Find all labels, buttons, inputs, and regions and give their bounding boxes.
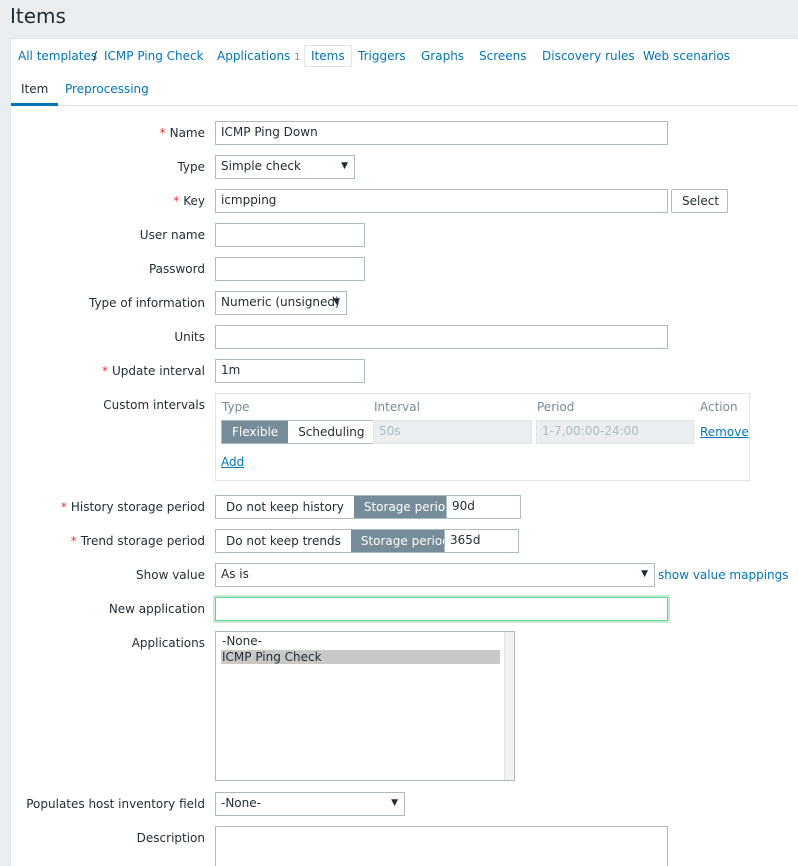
type-of-information-value: Numeric (unsigned)	[221, 295, 340, 309]
scheduling-option[interactable]: Scheduling	[288, 421, 375, 443]
listbox-scrollbar[interactable]	[504, 632, 514, 780]
password-input[interactable]	[215, 257, 365, 281]
col-interval-header: Interval	[374, 400, 420, 414]
name-label-text: Name	[169, 126, 205, 140]
applications-label: Applications	[131, 636, 205, 650]
update-interval-label-text: Update interval	[111, 364, 205, 378]
type-of-information-label: Type of information	[88, 296, 205, 310]
required-marker: *	[159, 126, 166, 140]
description-label: Description	[136, 831, 205, 845]
units-input[interactable]	[215, 325, 668, 349]
nav-applications[interactable]: Applications 1	[217, 49, 301, 63]
required-marker: *	[70, 534, 77, 548]
user-name-input[interactable]	[215, 223, 365, 247]
col-action-header: Action	[700, 400, 738, 414]
key-label-text: Key	[183, 194, 205, 208]
name-input[interactable]: ICMP Ping Down	[215, 121, 668, 145]
units-label: Units	[174, 330, 205, 344]
user-name-label: User name	[139, 228, 205, 242]
nav-discovery-rules[interactable]: Discovery rules	[542, 49, 635, 63]
add-interval-link[interactable]: Add	[221, 455, 244, 469]
tab-preprocessing[interactable]: Preprocessing	[65, 82, 149, 96]
col-type-header: Type	[222, 400, 250, 414]
update-interval-label: * Update interval	[0, 364, 205, 378]
remove-interval-link[interactable]: Remove	[700, 425, 749, 439]
page-title: Items	[10, 4, 66, 28]
show-value-label: Show value	[136, 568, 205, 582]
applications-listbox[interactable]: -None- ICMP Ping Check	[215, 631, 515, 781]
breadcrumb-separator: /	[93, 49, 98, 63]
key-label: * Key	[0, 194, 205, 208]
template-navigation: All templates / ICMP Ping Check Applicat…	[10, 38, 798, 74]
required-marker: *	[173, 194, 180, 208]
col-period-header: Period	[537, 400, 575, 414]
history-period-input[interactable]: 90d	[446, 495, 521, 519]
trend-storage-toggle: Do not keep trends Storage period	[215, 529, 461, 553]
custom-intervals-table: Type Interval Period Action Flexible Sch…	[215, 393, 750, 481]
nav-screens[interactable]: Screens	[479, 49, 527, 63]
trend-storage-label-text: Trend storage period	[80, 534, 205, 548]
applications-count-badge: 1	[294, 52, 301, 63]
trend-storage-label: * Trend storage period	[0, 534, 205, 548]
history-storage-label-text: History storage period	[70, 500, 205, 514]
nav-items[interactable]: Items	[304, 45, 352, 67]
password-label: Password	[148, 262, 205, 276]
show-value-selected: As is	[221, 567, 249, 581]
trend-do-not-keep-option[interactable]: Do not keep trends	[216, 530, 351, 552]
tab-item[interactable]: Item	[10, 82, 59, 106]
nav-applications-label: Applications	[217, 49, 291, 63]
show-value-select[interactable]: As is	[215, 563, 655, 587]
nav-web-scenarios[interactable]: Web scenarios	[643, 49, 730, 63]
custom-intervals-label: Custom intervals	[103, 398, 205, 412]
interval-type-toggle: Flexible Scheduling	[221, 420, 376, 444]
nav-graphs[interactable]: Graphs	[421, 49, 464, 63]
required-marker: *	[101, 364, 108, 378]
type-of-information-select[interactable]: Numeric (unsigned)	[215, 291, 347, 315]
type-select-value: Simple check	[221, 159, 301, 173]
history-storage-toggle: Do not keep history Storage period	[215, 495, 464, 519]
new-application-label: New application	[108, 602, 205, 616]
type-select[interactable]: Simple check	[215, 155, 355, 179]
period-input[interactable]: 1-7,00:00-24:00	[536, 420, 694, 444]
inventory-field-label: Populates host inventory field	[26, 797, 205, 811]
key-input[interactable]: icmpping	[215, 189, 668, 213]
breadcrumb-all-templates[interactable]: All templates	[18, 49, 97, 63]
description-textarea[interactable]	[215, 826, 668, 866]
trend-period-input[interactable]: 365d	[444, 529, 519, 553]
form-tabs: Item Preprocessing	[10, 74, 798, 106]
inventory-field-select[interactable]: -None-	[215, 792, 405, 816]
application-option-none[interactable]: -None-	[221, 634, 500, 648]
flexible-option[interactable]: Flexible	[222, 421, 289, 443]
history-do-not-keep-option[interactable]: Do not keep history	[216, 496, 354, 518]
required-marker: *	[60, 500, 67, 514]
key-select-button[interactable]: Select	[671, 189, 728, 213]
history-storage-label: * History storage period	[0, 500, 205, 514]
breadcrumb-template[interactable]: ICMP Ping Check	[104, 49, 204, 63]
type-label: Type	[177, 160, 205, 174]
show-value-mappings-link[interactable]: show value mappings	[658, 568, 789, 582]
inventory-field-value: -None-	[221, 796, 261, 810]
update-interval-input[interactable]: 1m	[215, 359, 365, 383]
new-application-input[interactable]	[215, 597, 668, 621]
nav-triggers[interactable]: Triggers	[358, 49, 406, 63]
application-option-icmp-ping-check[interactable]: ICMP Ping Check	[221, 650, 500, 664]
interval-input[interactable]: 50s	[373, 420, 532, 444]
name-label: * Name	[0, 126, 205, 140]
